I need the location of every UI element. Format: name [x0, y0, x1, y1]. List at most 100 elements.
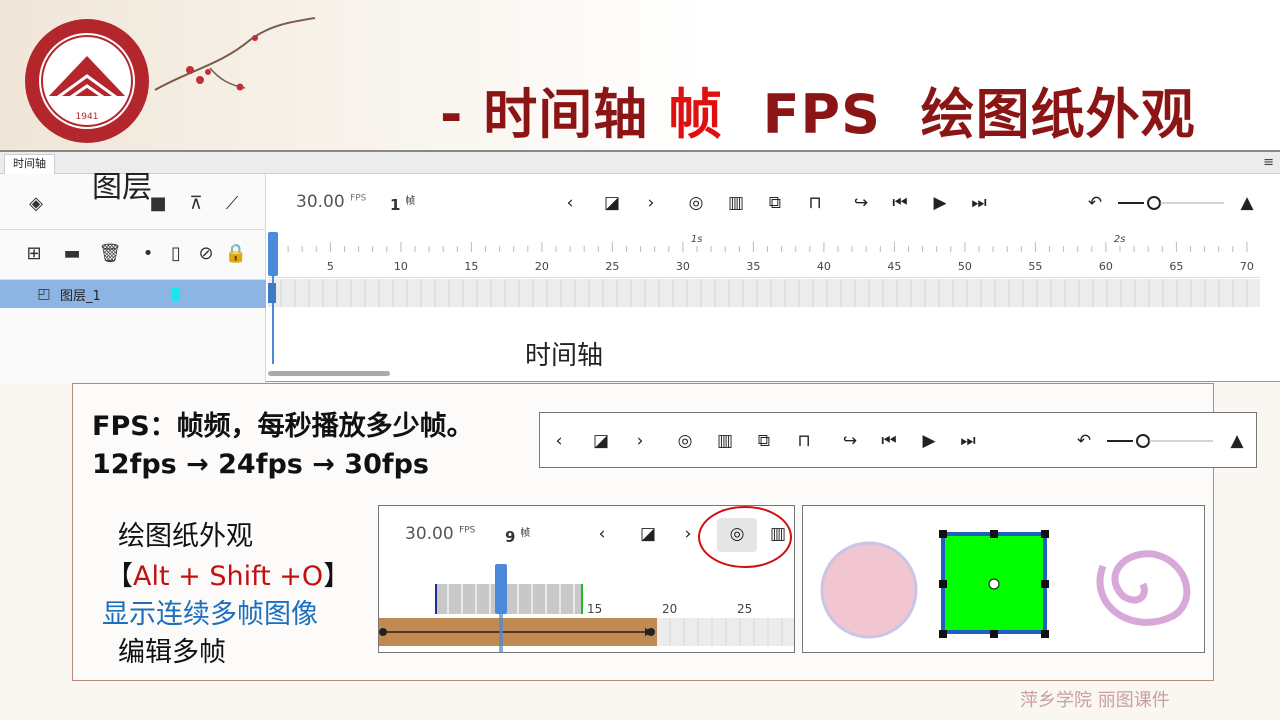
timeline-tabbar: 时间轴 ≡ [0, 152, 1280, 174]
onion-circle-shape [820, 541, 918, 639]
modify-markers-icon[interactable]: ⊓ [791, 431, 817, 451]
empty-frames[interactable] [657, 618, 794, 646]
ruler-tick-label: 15 [587, 602, 602, 614]
tab-timeline[interactable]: 时间轴 [4, 154, 55, 174]
play-icon[interactable]: ▶ [927, 193, 953, 213]
ruler-tick-label: 65 [1169, 260, 1183, 273]
prev-keyframe-icon[interactable]: ‹ [589, 524, 615, 544]
next-keyframe-icon[interactable]: › [627, 431, 653, 451]
onion-skin-stage-screenshot [802, 505, 1205, 653]
step-forward-icon[interactable]: ⏭ [955, 431, 981, 451]
onion-skin-timeline-screenshot: 30.00 FPS 9 帧 ‹ ◪ › ◎ ▥ 510152025 [378, 505, 795, 653]
insert-keyframe-icon[interactable]: ◪ [635, 524, 661, 544]
fps-description: FPS：帧频，每秒播放多少帧。 [92, 411, 474, 442]
frame-ruler[interactable]: 5 10 15 20 25 30 35 40 45 50 55 60 65 70 1s 2s [268, 230, 1260, 278]
zoom-slider[interactable] [1105, 432, 1215, 450]
mountains-icon[interactable]: ▲ [1234, 193, 1260, 213]
fps-display[interactable]: 30.00 FPS [405, 524, 475, 544]
onion-range[interactable] [435, 584, 583, 614]
ruler-second-label: 2s [1114, 234, 1126, 245]
ruler-tick-label: 45 [887, 260, 901, 273]
ruler-tick-label: 70 [1240, 260, 1254, 273]
prev-keyframe-icon[interactable]: ‹ [557, 193, 583, 213]
step-back-icon[interactable]: ⏮ [887, 193, 913, 213]
loop-icon[interactable]: ↪ [848, 193, 874, 213]
zoom-slider[interactable] [1116, 194, 1226, 212]
shortcut-bracket-open: 【 [106, 561, 133, 592]
ruler-tick-label: 10 [394, 260, 408, 273]
logo-year: 1941 [76, 112, 99, 122]
label-timeline: 时间轴 [525, 341, 604, 371]
onion-outline-icon[interactable]: ▥ [723, 193, 749, 213]
layer-row[interactable]: ◰ 图层_1 [0, 280, 266, 308]
dot-icon[interactable]: • [136, 244, 160, 264]
add-layer-icon[interactable]: ⊞ [22, 244, 46, 264]
edit-multiple-frames-icon[interactable]: ⧉ [751, 431, 777, 451]
onion-outline-icon[interactable]: ▥ [712, 431, 738, 451]
hide-icon[interactable]: ⊘ [194, 244, 218, 264]
lock-icon[interactable]: 🔒 [224, 244, 248, 264]
ruler-tick-label: 60 [1099, 260, 1113, 273]
onion-skin-icon[interactable]: ◎ [683, 193, 709, 213]
hierarchy-icon[interactable]: ⊼ [184, 194, 208, 214]
trash-icon[interactable]: 🗑 [98, 244, 122, 264]
insert-keyframe-icon[interactable]: ◪ [588, 431, 614, 451]
undo-icon[interactable]: ↶ [1071, 431, 1097, 451]
step-forward-icon[interactable]: ⏭ [966, 193, 992, 213]
play-icon[interactable]: ▶ [916, 431, 942, 451]
title-prefix: - 时间轴 [440, 83, 669, 146]
mountains-icon[interactable]: ▲ [1224, 431, 1250, 451]
layer-name[interactable]: 图层_1 [60, 285, 101, 304]
tween-arrow [379, 628, 655, 636]
ruler-tick-label: 25 [737, 602, 752, 614]
fps-display[interactable]: 30.00 FPS [296, 192, 366, 212]
title-highlight: 帧 [668, 83, 724, 146]
layers-icon[interactable]: ◈ [24, 194, 48, 214]
frame-display[interactable]: 9 帧 [505, 524, 530, 546]
onion-skin-desc-1: 显示连续多帧图像 [102, 599, 318, 630]
keyframe-1[interactable] [268, 283, 276, 303]
ruler-tick-label: 55 [1028, 260, 1042, 273]
ruler-tick-label: 20 [535, 260, 549, 273]
fps-value: 30.00 [296, 192, 345, 212]
loop-icon[interactable]: ↪ [837, 431, 863, 451]
outline-icon[interactable]: ▯ [164, 244, 188, 264]
playhead[interactable] [268, 232, 278, 276]
ruler-tick-label: 25 [605, 260, 619, 273]
frame-unit: 帧 [520, 528, 531, 539]
label-layers: 图层 [92, 170, 152, 205]
onion-start-marker[interactable] [435, 584, 437, 614]
layer-frames-row[interactable] [268, 279, 1260, 307]
onion-skin-desc-2: 编辑多帧 [118, 637, 226, 668]
highlight-circle [698, 506, 792, 568]
panel-menu-icon[interactable]: ≡ [1263, 155, 1274, 170]
stage-canvas[interactable] [803, 506, 1205, 653]
frame-number: 1 [390, 196, 401, 214]
next-keyframe-icon[interactable]: › [638, 193, 664, 213]
onion-skin-icon[interactable]: ◎ [672, 431, 698, 451]
onion-spiral-shape [1096, 550, 1191, 626]
prev-keyframe-icon[interactable]: ‹ [546, 431, 572, 451]
modify-markers-icon[interactable]: ⊓ [802, 193, 828, 213]
folder-icon[interactable]: ▬ [60, 244, 84, 264]
shortcut-bracket-close: 】 [323, 561, 351, 592]
frame-number: 9 [505, 528, 516, 546]
playhead[interactable] [495, 564, 507, 614]
edit-multiple-frames-icon[interactable]: ⧉ [762, 193, 788, 213]
frame-display[interactable]: 1 帧 [390, 192, 415, 214]
footer-watermark: 萍乡学院 丽图课件 [1020, 690, 1170, 711]
ruler-tick-label: 50 [958, 260, 972, 273]
undo-icon[interactable]: ↶ [1082, 193, 1108, 213]
ruler-tick-label: 20 [662, 602, 677, 614]
slide-title: - 时间轴 帧 FPS 绘图纸外观 [440, 70, 1196, 149]
playhead-line [499, 614, 503, 652]
graph-icon[interactable]: ⟋ [220, 194, 244, 214]
onion-end-marker[interactable] [581, 584, 583, 614]
step-back-icon[interactable]: ⏮ [876, 431, 902, 451]
ruler-second-label: 1s [691, 234, 703, 245]
timeline-scrollbar[interactable] [268, 371, 390, 376]
fps-value: 30.00 [405, 524, 454, 544]
toolbar-closeup: ‹ ◪ › ◎ ▥ ⧉ ⊓ ↪ ⏮ ▶ ⏭ ↶ ▲ [539, 412, 1257, 468]
insert-keyframe-icon[interactable]: ◪ [599, 193, 625, 213]
title-rest: FPS 绘图纸外观 [723, 83, 1196, 146]
